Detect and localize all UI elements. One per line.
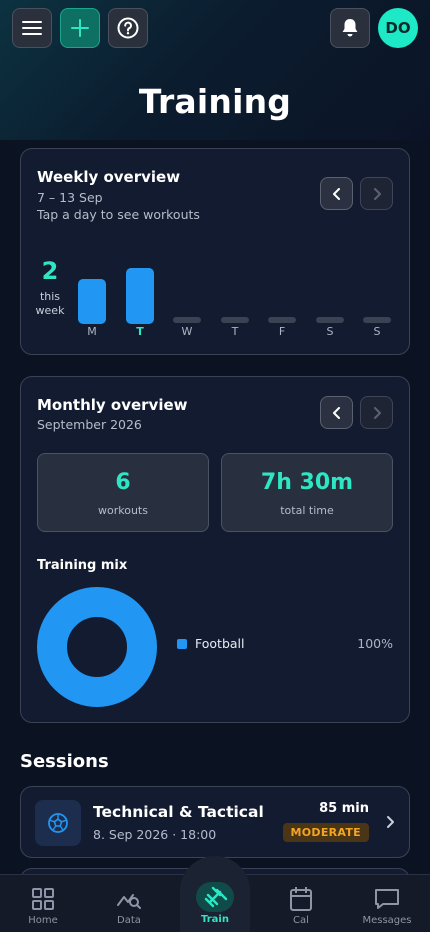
sessions-title: Sessions xyxy=(20,751,109,772)
weekly-date-range: 7 – 13 Sep xyxy=(37,190,103,205)
chevron-right-icon xyxy=(373,187,381,200)
add-button[interactable] xyxy=(60,8,100,48)
monthly-overview-card: Monthly overview September 2026 6 workou… xyxy=(20,376,410,723)
tab-train[interactable]: Train xyxy=(172,874,258,932)
day-bar-0[interactable] xyxy=(78,279,106,324)
day-label-1: T xyxy=(136,325,144,338)
next-month-button[interactable] xyxy=(360,396,393,429)
tab-messages-label: Messages xyxy=(362,915,412,926)
page-title: Training xyxy=(138,82,292,121)
dumbbell-icon xyxy=(204,886,228,908)
help-icon xyxy=(117,17,139,39)
chevron-left-icon xyxy=(332,406,340,419)
workouts-stat: 6 workouts xyxy=(37,453,209,532)
help-button[interactable] xyxy=(108,8,148,48)
plus-icon xyxy=(71,19,89,37)
message-icon xyxy=(375,889,399,909)
chevron-right-icon xyxy=(387,816,394,828)
weekly-workout-count: 2 xyxy=(41,257,59,285)
previous-week-button[interactable] xyxy=(320,177,353,210)
tab-messages[interactable]: Messages xyxy=(344,875,430,932)
legend-label-football: Football xyxy=(195,636,245,651)
chevron-left-icon xyxy=(332,187,340,200)
monthly-month-label: September 2026 xyxy=(37,417,142,432)
session-date: 8. Sep 2026 · 18:00 xyxy=(93,827,217,842)
chart-search-icon xyxy=(117,894,141,909)
donut-slice-football[interactable] xyxy=(37,587,157,707)
tab-cal-label: Cal xyxy=(293,915,309,926)
next-week-button[interactable] xyxy=(360,177,393,210)
menu-icon xyxy=(22,21,42,35)
day-label-2: W xyxy=(181,325,193,338)
total-time-stat: 7h 30m total time xyxy=(221,453,393,532)
total-time-value: 7h 30m xyxy=(260,470,354,495)
total-time-label: total time xyxy=(280,504,334,517)
bell-icon xyxy=(342,19,358,37)
weekly-overview-title: Weekly overview xyxy=(37,168,181,186)
menu-button[interactable] xyxy=(12,8,52,48)
tab-home[interactable]: Home xyxy=(0,875,86,932)
training-mix-donut xyxy=(37,587,157,707)
tab-data[interactable]: Data xyxy=(86,875,172,932)
day-bar-4[interactable] xyxy=(268,317,296,323)
weekly-overview-card: Weekly overview 7 – 13 Sep Tap a day to … xyxy=(20,148,410,355)
workouts-label: workouts xyxy=(98,504,148,517)
day-bar-5[interactable] xyxy=(316,317,344,323)
tab-cal[interactable]: Cal xyxy=(258,875,344,932)
tab-home-label: Home xyxy=(28,915,58,926)
training-mix-title: Training mix xyxy=(37,558,128,573)
legend-swatch-football xyxy=(177,639,187,649)
top-bar: DO xyxy=(12,8,418,48)
session-type-badge xyxy=(35,800,81,846)
tab-train-label: Train xyxy=(201,914,229,925)
calendar-icon xyxy=(290,887,312,911)
session-name: Technical & Tactical xyxy=(93,803,264,821)
previous-month-button[interactable] xyxy=(320,396,353,429)
day-bar-2[interactable] xyxy=(173,317,201,323)
day-label-6: S xyxy=(373,325,381,338)
tab-data-label: Data xyxy=(117,915,141,926)
monthly-overview-title: Monthly overview xyxy=(37,396,188,414)
chevron-right-icon xyxy=(373,406,381,419)
legend-percent-football: 100% xyxy=(357,636,393,651)
weekly-hint: Tap a day to see workouts xyxy=(37,207,200,222)
day-bar-3[interactable] xyxy=(221,317,249,323)
workouts-value: 6 xyxy=(115,470,131,495)
day-label-3: T xyxy=(231,325,239,338)
session-duration: 85 min xyxy=(319,801,369,816)
day-label-5: S xyxy=(326,325,334,338)
day-label-4: F xyxy=(278,325,286,338)
weekly-count-label: this week xyxy=(35,290,65,317)
intensity-badge: MODERATE xyxy=(282,823,369,842)
football-icon xyxy=(48,813,68,833)
day-bar-6[interactable] xyxy=(363,317,391,323)
notifications-button[interactable] xyxy=(330,8,370,48)
day-bar-1[interactable] xyxy=(126,268,154,324)
grid-icon xyxy=(32,888,54,910)
avatar[interactable]: DO xyxy=(378,8,418,48)
session-card[interactable]: Technical & Tactical 8. Sep 2026 · 18:00… xyxy=(20,786,410,858)
day-label-0: M xyxy=(87,325,97,338)
